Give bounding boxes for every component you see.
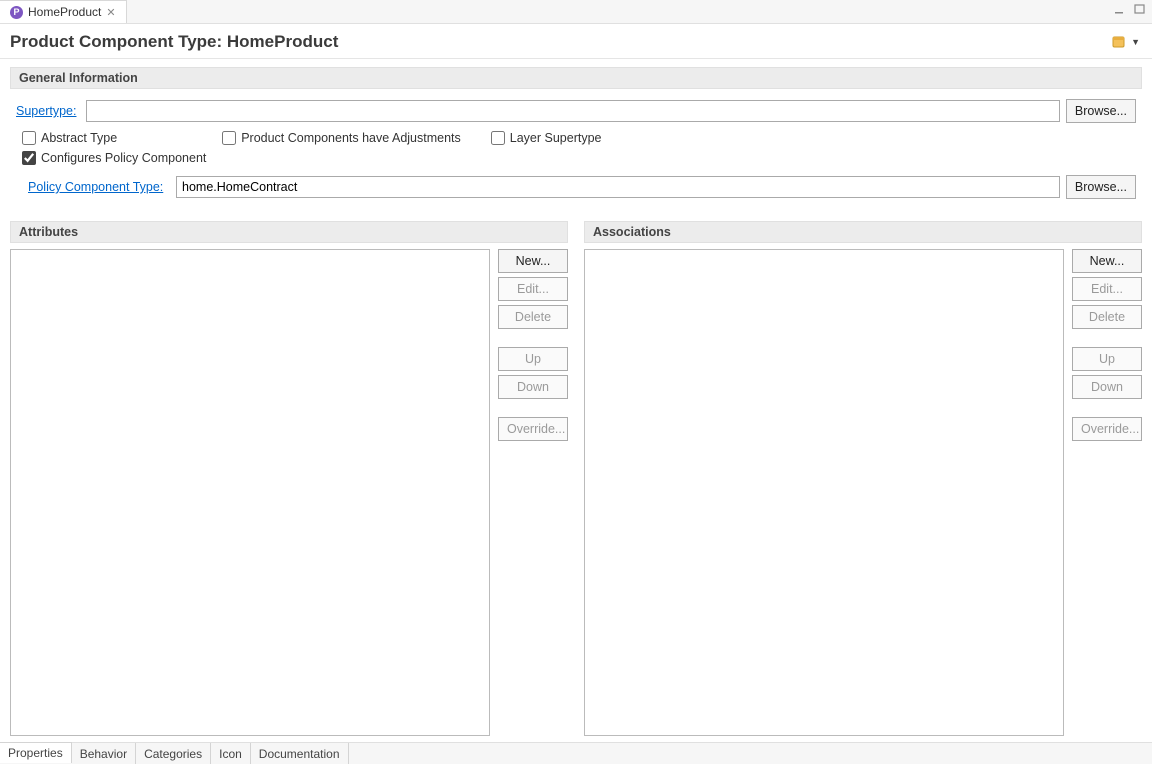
layer-supertype-checkbox-input[interactable]: [491, 131, 505, 145]
layer-supertype-checkbox[interactable]: Layer Supertype: [491, 131, 602, 145]
attributes-delete-button[interactable]: Delete: [498, 305, 568, 329]
window-controls: [1114, 3, 1146, 15]
editor-tab-bar: P HomeProduct ✕: [0, 0, 1152, 24]
attributes-override-button[interactable]: Override...: [498, 417, 568, 441]
configures-policy-label: Configures Policy Component: [41, 151, 206, 165]
attributes-buttons: New... Edit... Delete Up Down Override..…: [498, 249, 568, 736]
editor-tab-label: HomeProduct: [28, 5, 101, 19]
associations-up-button[interactable]: Up: [1072, 347, 1142, 371]
attributes-down-button[interactable]: Down: [498, 375, 568, 399]
page-header: Product Component Type: HomeProduct ▼: [0, 24, 1152, 59]
columns: Attributes New... Edit... Delete Up Down…: [10, 221, 1142, 736]
package-icon[interactable]: [1111, 34, 1127, 50]
adjustments-checkbox[interactable]: Product Components have Adjustments: [222, 131, 461, 145]
browse-policy-button[interactable]: Browse...: [1066, 175, 1136, 199]
attributes-edit-button[interactable]: Edit...: [498, 277, 568, 301]
supertype-input[interactable]: [86, 100, 1060, 122]
section-attributes-header: Attributes: [10, 221, 568, 243]
editor-tab-homeproduct[interactable]: P HomeProduct ✕: [0, 0, 127, 23]
section-associations: Associations New... Edit... Delete Up Do…: [584, 221, 1142, 736]
supertype-link[interactable]: Supertype:: [16, 104, 86, 118]
policy-component-type-input[interactable]: [176, 176, 1060, 198]
abstract-type-label: Abstract Type: [41, 131, 117, 145]
attributes-list[interactable]: [10, 249, 490, 736]
browse-supertype-button[interactable]: Browse...: [1066, 99, 1136, 123]
editor-bottom-tabs: Properties Behavior Categories Icon Docu…: [0, 742, 1152, 764]
tab-categories[interactable]: Categories: [136, 743, 211, 764]
associations-override-button[interactable]: Override...: [1072, 417, 1142, 441]
associations-buttons: New... Edit... Delete Up Down Override..…: [1072, 249, 1142, 736]
tab-behavior[interactable]: Behavior: [72, 743, 136, 764]
tab-documentation[interactable]: Documentation: [251, 743, 349, 764]
layer-supertype-label: Layer Supertype: [510, 131, 602, 145]
header-actions: ▼: [1111, 34, 1140, 50]
maximize-view-icon[interactable]: [1134, 3, 1146, 15]
product-icon: P: [10, 6, 23, 19]
section-general: General Information Supertype: Browse...…: [10, 67, 1142, 213]
associations-list[interactable]: [584, 249, 1064, 736]
abstract-type-checkbox-input[interactable]: [22, 131, 36, 145]
section-associations-header: Associations: [584, 221, 1142, 243]
tab-properties[interactable]: Properties: [0, 742, 72, 763]
page-title: Product Component Type: HomeProduct: [10, 32, 338, 52]
associations-new-button[interactable]: New...: [1072, 249, 1142, 273]
associations-delete-button[interactable]: Delete: [1072, 305, 1142, 329]
associations-down-button[interactable]: Down: [1072, 375, 1142, 399]
adjustments-label: Product Components have Adjustments: [241, 131, 461, 145]
section-attributes: Attributes New... Edit... Delete Up Down…: [10, 221, 568, 736]
close-icon[interactable]: ✕: [106, 6, 115, 19]
adjustments-checkbox-input[interactable]: [222, 131, 236, 145]
configures-policy-checkbox[interactable]: Configures Policy Component: [22, 151, 206, 165]
policy-component-type-link[interactable]: Policy Component Type:: [28, 180, 176, 194]
associations-edit-button[interactable]: Edit...: [1072, 277, 1142, 301]
tab-icon[interactable]: Icon: [211, 743, 251, 764]
attributes-new-button[interactable]: New...: [498, 249, 568, 273]
configures-policy-checkbox-input[interactable]: [22, 151, 36, 165]
attributes-up-button[interactable]: Up: [498, 347, 568, 371]
section-general-header: General Information: [10, 67, 1142, 89]
chevron-down-icon[interactable]: ▼: [1131, 37, 1140, 47]
minimize-view-icon[interactable]: [1114, 3, 1126, 15]
abstract-type-checkbox[interactable]: Abstract Type: [22, 131, 117, 145]
